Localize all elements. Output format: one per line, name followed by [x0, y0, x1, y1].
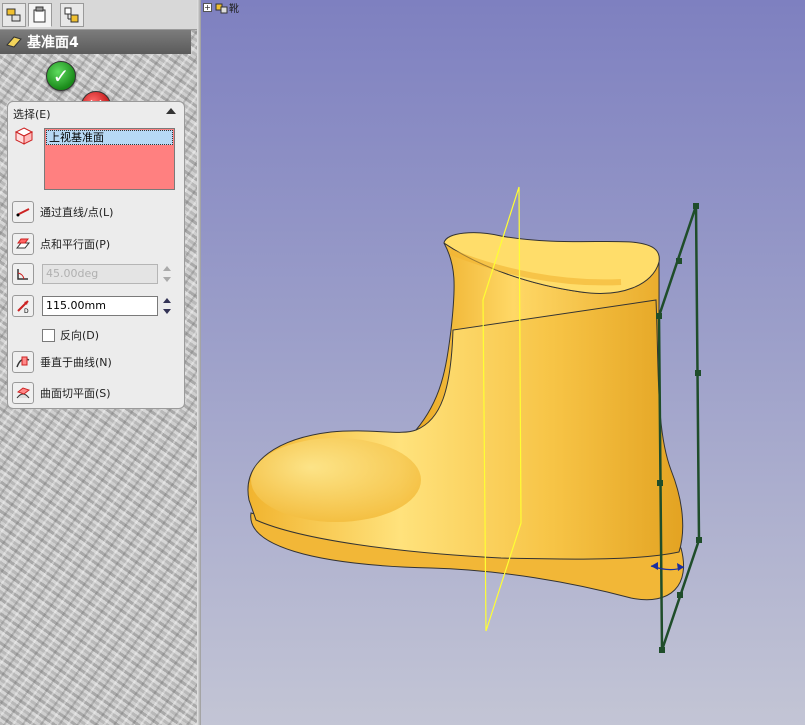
on-surface-label: 曲面切平面(S) — [40, 387, 111, 400]
normal-to-curve-option[interactable]: 垂直于曲线(N) — [12, 350, 112, 374]
cube-selection-icon — [14, 127, 34, 145]
property-manager-panel: 基准面4 ✓ ✕ ? 选择(E) 上视基准面 通过直线/点(L) 点和平行面(P… — [0, 0, 197, 725]
plane-icon — [6, 36, 22, 48]
reverse-direction-row[interactable]: 反向(D) — [42, 327, 99, 343]
parallel-plane-at-point-label: 点和平行面(P) — [40, 238, 111, 251]
spin-up-icon — [163, 298, 171, 303]
offset-distance-option[interactable]: D — [12, 294, 40, 318]
normal-to-curve-label: 垂直于曲线(N) — [40, 356, 112, 369]
spin-down-icon — [163, 309, 171, 314]
on-surface-option[interactable]: 曲面切平面(S) — [12, 381, 111, 405]
angle-option[interactable] — [12, 262, 40, 286]
through-lines-points-label: 通过直线/点(L) — [40, 206, 114, 219]
spin-down-icon — [163, 277, 171, 282]
selection-list[interactable]: 上视基准面 — [44, 128, 175, 190]
ok-button[interactable]: ✓ — [46, 61, 76, 91]
model-scene[interactable] — [201, 0, 805, 725]
selection-group-title: 选择(E) — [13, 108, 51, 121]
angle-spinner[interactable] — [161, 264, 173, 284]
configuration-icon — [64, 7, 79, 23]
featuremanager-tab[interactable] — [2, 3, 26, 27]
tangent-surface-icon — [12, 382, 34, 404]
reverse-label: 反向(D) — [60, 329, 100, 342]
offset-spinner[interactable] — [161, 296, 173, 316]
reverse-checkbox[interactable] — [42, 328, 55, 342]
toe-highlight — [251, 438, 421, 522]
collapse-arrow-icon[interactable] — [166, 108, 176, 114]
feature-title: 基准面4 — [27, 35, 79, 51]
selection-group: 选择(E) 上视基准面 通过直线/点(L) 点和平行面(P) 45.00deg … — [7, 101, 185, 409]
angle-input[interactable]: 45.00deg — [42, 264, 158, 284]
spin-up-icon — [163, 266, 171, 271]
selected-reference-item[interactable]: 上视基准面 — [46, 130, 173, 145]
property-sheet-icon — [33, 6, 46, 23]
parallel-plane-at-point-option[interactable]: 点和平行面(P) — [12, 232, 110, 256]
panel-tab-bar — [0, 0, 197, 30]
graphics-viewport[interactable]: + 靴 — [201, 0, 805, 725]
configurationmanager-tab[interactable] — [60, 3, 84, 27]
normal-to-curve-icon — [12, 351, 34, 373]
propertymanager-tab[interactable] — [28, 3, 52, 27]
svg-text:D: D — [24, 308, 29, 314]
offset-distance-icon: D — [12, 295, 34, 317]
offset-distance-input[interactable]: 115.00mm — [42, 296, 158, 316]
feature-tree-icon — [6, 8, 21, 22]
angle-icon — [12, 263, 34, 285]
feature-title-bar: 基准面4 — [0, 30, 191, 54]
line-point-icon — [12, 201, 34, 223]
check-icon: ✓ — [52, 64, 70, 88]
through-lines-points-option[interactable]: 通过直线/点(L) — [12, 200, 113, 224]
parallel-plane-icon — [12, 233, 34, 255]
